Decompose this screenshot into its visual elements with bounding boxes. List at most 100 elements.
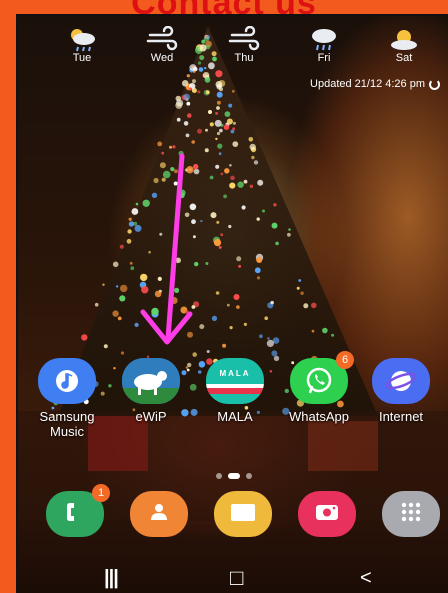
tree-light <box>129 261 133 265</box>
rain-icon <box>294 26 354 52</box>
tree-light <box>256 217 260 221</box>
tree-light <box>210 212 217 219</box>
tree-light <box>197 128 202 134</box>
tree-light <box>174 287 180 293</box>
tree-light <box>271 222 278 229</box>
tree-light <box>273 203 277 207</box>
tree-light <box>215 291 220 295</box>
tree-light <box>154 290 162 298</box>
weather-day-wed[interactable]: Wed <box>132 25 192 64</box>
tree-light <box>134 322 139 327</box>
dock-files[interactable] <box>214 491 272 537</box>
tree-light <box>230 175 235 181</box>
tree-light <box>243 322 247 326</box>
weather-day-thu[interactable]: Thu <box>214 25 274 64</box>
tree-light <box>170 167 175 172</box>
folder-icon <box>229 501 257 528</box>
app-ewip[interactable]: eWiP <box>114 358 188 424</box>
tree-light <box>215 111 219 115</box>
app-samsung-music[interactable]: Samsung Music <box>30 358 104 439</box>
tree-light <box>197 90 201 94</box>
tree-light <box>94 302 99 307</box>
tree-light <box>183 93 190 101</box>
tree-light <box>159 162 166 169</box>
phone-home-screen: Tue Wed Thu Fri Sat Updated 21/12 4:26 p… <box>16 14 448 593</box>
tree-light <box>173 169 178 174</box>
tree-light <box>128 217 132 221</box>
tree-light <box>186 101 191 106</box>
tree-light <box>204 66 207 70</box>
back-button[interactable]: < <box>360 567 372 590</box>
page-dot-active <box>228 473 240 479</box>
tree-light <box>264 316 268 321</box>
tree-light <box>198 67 204 72</box>
tree-light <box>161 151 165 155</box>
tree-light <box>209 122 214 127</box>
tree-light <box>208 110 212 114</box>
dock-contacts[interactable] <box>130 491 188 537</box>
tree-light <box>162 170 171 179</box>
tree-light <box>311 302 317 309</box>
tree-light <box>266 339 274 347</box>
tree-light <box>270 300 274 305</box>
refresh-icon[interactable] <box>429 78 440 90</box>
app-label: Samsung Music <box>39 409 95 439</box>
app-internet[interactable]: Internet <box>364 358 438 424</box>
tree-light <box>190 408 198 416</box>
tree-light <box>271 350 278 357</box>
weather-day-label: Tue <box>72 52 92 64</box>
tree-light <box>128 221 135 227</box>
tree-light <box>249 143 256 151</box>
tree-light <box>120 351 125 355</box>
weather-day-tue[interactable]: Tue <box>52 26 112 64</box>
app-whatsapp[interactable]: 6 WhatsApp <box>282 351 356 424</box>
tree-light <box>119 295 126 302</box>
weather-updated-status[interactable]: Updated 21/12 4:26 pm <box>310 78 440 90</box>
tree-light <box>169 145 172 149</box>
app-mala[interactable]: MALA MALA <box>198 358 272 424</box>
dock-screen-recorder[interactable] <box>298 491 356 537</box>
weather-updated-text: Updated 21/12 4:26 pm <box>310 78 425 90</box>
home-button[interactable]: □ <box>230 565 243 591</box>
tree-light <box>224 168 230 174</box>
dock-phone[interactable]: 1 <box>46 484 110 537</box>
tree-light <box>141 286 149 294</box>
tree-light <box>218 87 224 92</box>
tree-light <box>186 74 190 78</box>
tree-light <box>218 245 222 249</box>
tree-light <box>193 163 199 170</box>
weather-day-label: Sat <box>395 52 413 64</box>
rain-sun-icon <box>52 26 112 52</box>
app-label: eWiP <box>135 409 167 424</box>
notification-badge: 1 <box>92 484 110 502</box>
tree-light <box>192 79 196 84</box>
tree-light <box>213 239 222 247</box>
tree-light <box>223 194 228 199</box>
recents-button[interactable]: ||| <box>104 567 119 590</box>
tree-light <box>215 137 218 141</box>
tree-light <box>204 148 209 153</box>
weather-day-label: Fri <box>317 52 331 64</box>
tree-light <box>127 229 132 234</box>
weather-day-fri[interactable]: Fri <box>294 26 354 64</box>
ewip-logo-icon <box>122 358 180 404</box>
tree-light <box>131 208 139 215</box>
tree-light <box>303 303 309 309</box>
tree-light <box>229 164 232 167</box>
tree-light <box>322 327 328 334</box>
tree-light <box>249 184 254 188</box>
tree-light <box>219 128 223 133</box>
mala-logo-text: MALA <box>219 368 251 378</box>
tree-light <box>216 100 221 105</box>
music-note-icon <box>38 358 96 404</box>
page-indicator[interactable] <box>216 473 252 479</box>
weather-day-sat[interactable]: Sat <box>374 26 434 64</box>
tree-light <box>241 205 246 210</box>
navigation-bar: ||| □ < <box>18 561 448 593</box>
dock-app-drawer[interactable] <box>382 491 440 537</box>
tree-light <box>214 119 222 127</box>
tree-light <box>194 261 199 267</box>
tree-light <box>231 89 235 93</box>
tree-light <box>130 266 135 271</box>
wind-icon <box>214 25 274 52</box>
